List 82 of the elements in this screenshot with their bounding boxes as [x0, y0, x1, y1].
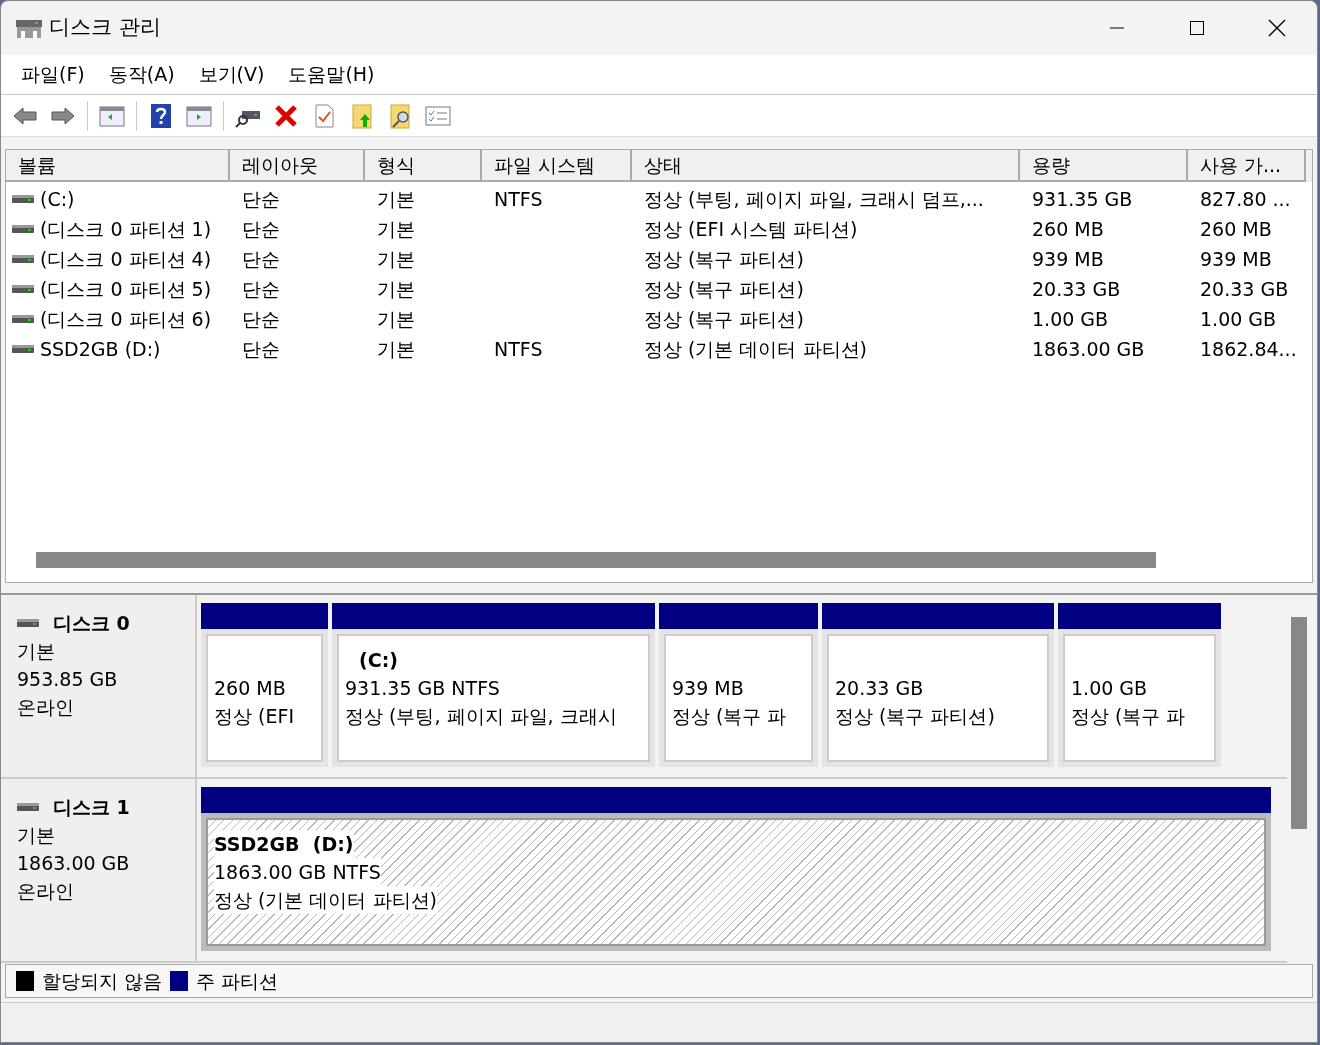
drive-icon [12, 314, 34, 324]
table-cell-text: 기본 [377, 336, 415, 362]
table-cell-text: 1.00 GB [1200, 306, 1277, 332]
column-header[interactable]: 파일 시스템 [482, 150, 632, 182]
partition-size: 1863.00 GB NTFS [214, 858, 381, 886]
disk-type: 기본 [17, 823, 56, 848]
drive-icon [12, 254, 34, 264]
table-cell-text: NTFS [494, 336, 543, 362]
table-cell-text: 정상 (기본 데이터 파티션) [644, 336, 867, 362]
close-icon[interactable] [1268, 19, 1286, 37]
disk-size: 1863.00 GB [17, 851, 131, 876]
column-header[interactable]: 상태 [632, 150, 1020, 182]
minimize-icon[interactable] [1109, 27, 1125, 29]
column-header[interactable]: 레이아웃 [230, 150, 365, 182]
menu-item[interactable]: 동작(A) [96, 60, 187, 89]
table-cell-text: 기본 [377, 216, 415, 242]
table-cell-text: NTFS [494, 186, 543, 212]
legend-label: 주 파티션 [196, 968, 279, 994]
table-cell-text: (디스크 0 파티션 5) [40, 276, 212, 302]
vertical-scrollbar[interactable] [1291, 617, 1307, 829]
legend-label: 할당되지 않음 [42, 968, 163, 994]
drive-icon [12, 224, 34, 234]
table-cell-text: 기본 [377, 186, 415, 212]
table-cell-text: (디스크 0 파티션 6) [40, 306, 212, 332]
table-cell-text: 단순 [242, 276, 280, 302]
menu-item[interactable]: 도움말(H) [276, 60, 387, 89]
disk-name: 디스크 0 [53, 611, 130, 636]
partition-block[interactable]: 939 MB 정상 (복구 파 [659, 603, 818, 767]
disk-type: 기본 [17, 639, 56, 664]
table-cell-text: 기본 [377, 246, 415, 272]
table-cell-text: 단순 [242, 336, 280, 362]
table-cell-text: 단순 [242, 246, 280, 272]
menu-item[interactable]: 보기(V) [186, 60, 277, 89]
table-cell-text: 20.33 GB [1200, 276, 1289, 302]
drive-icon [12, 194, 34, 204]
column-header[interactable]: 볼륨 [6, 150, 230, 182]
partition-block[interactable]: 20.33 GB 정상 (복구 파티션) [822, 603, 1054, 767]
partition-block[interactable]: SSD2GB (D:) 1863.00 GB NTFS 정상 (기본 데이터 파티션) [201, 787, 1271, 951]
drive-icon [12, 284, 34, 294]
table-cell-text: (디스크 0 파티션 4) [40, 246, 212, 272]
table-cell-text: 1863.00 GB [1032, 336, 1145, 362]
drive-icon [12, 344, 34, 354]
disk-size: 953.85 GB [17, 667, 119, 692]
table-cell-text: 260 MB [1200, 216, 1272, 242]
column-header[interactable]: 사용 가... [1188, 150, 1306, 182]
table-cell-text: 260 MB [1032, 216, 1104, 242]
table-cell-text: (디스크 0 파티션 1) [40, 216, 212, 242]
table-cell-text: 정상 (복구 파티션) [644, 246, 804, 272]
maximize-icon[interactable] [1189, 20, 1205, 36]
partition-block[interactable]: 1.00 GB 정상 (복구 파 [1058, 603, 1221, 767]
table-cell-text: 931.35 GB [1032, 186, 1133, 212]
column-header[interactable]: 용량 [1020, 150, 1188, 182]
disk-name: 디스크 1 [53, 795, 130, 820]
table-cell-text: (C:) [40, 186, 75, 212]
partition-block[interactable]: (C:) 931.35 GB NTFS 정상 (부팅, 페이지 파일, 크래시 [332, 603, 655, 767]
partition-block[interactable]: 260 MB 정상 (EFI [201, 603, 328, 767]
disk-status: 온라인 [17, 879, 75, 904]
table-cell-text: 단순 [242, 306, 280, 332]
table-cell-text: 기본 [377, 306, 415, 332]
menu-item[interactable]: 파일(F) [9, 60, 97, 89]
table-cell-text: 단순 [242, 186, 280, 212]
disk-status: 온라인 [17, 695, 75, 720]
table-cell-text: 939 MB [1200, 246, 1272, 272]
disk-drive-icon [17, 618, 39, 628]
table-cell-text: 단순 [242, 216, 280, 242]
window-title: 디스크 관리 [49, 14, 161, 42]
table-cell-text: 기본 [377, 276, 415, 302]
table-cell-text: 20.33 GB [1032, 276, 1121, 302]
table-cell-text: 939 MB [1032, 246, 1104, 272]
table-cell-text: SSD2GB (D:) [40, 336, 161, 362]
table-cell-text: 정상 (복구 파티션) [644, 276, 804, 302]
table-cell-text: 1.00 GB [1032, 306, 1109, 332]
table-cell-text: 정상 (부팅, 페이지 파일, 크래시 덤프,... [644, 186, 984, 212]
table-cell-text: 정상 (EFI 시스템 파티션) [644, 216, 858, 242]
partition-status: 정상 (기본 데이터 파티션) [214, 886, 437, 914]
horizontal-scrollbar[interactable] [36, 552, 1156, 568]
partition-label: SSD2GB (D:) [214, 830, 354, 858]
column-header[interactable]: 형식 [365, 150, 482, 182]
table-cell-text: 1862.84... [1200, 336, 1297, 362]
table-cell-text: 정상 (복구 파티션) [644, 306, 804, 332]
table-cell-text: 827.80 ... [1200, 186, 1291, 212]
disk-drive-icon [17, 802, 39, 812]
